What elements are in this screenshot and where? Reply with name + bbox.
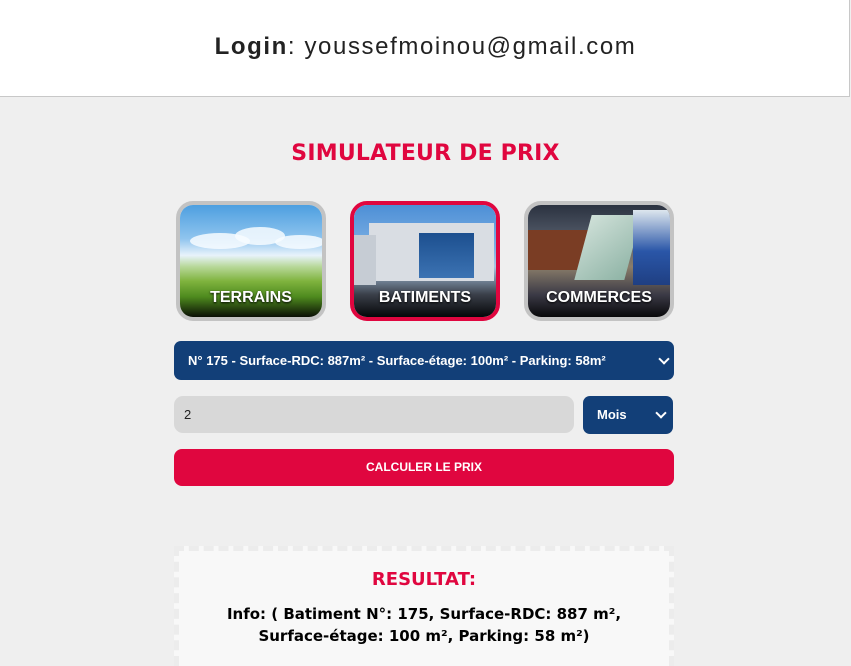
- chevron-down-icon: [658, 353, 670, 365]
- result-title: RESULTAT:: [371, 569, 477, 590]
- category-label: BATIMENTS: [378, 289, 472, 306]
- category-label: COMMERCES: [546, 289, 652, 306]
- result-info: Info: ( Batiment N°: 175, Surface-RDC: 8…: [226, 605, 622, 645]
- category-commerces[interactable]: COMMERCES: [524, 201, 674, 321]
- category-label: TERRAINS: [210, 289, 292, 306]
- duration-unit-select[interactable]: Mois: [583, 396, 673, 434]
- login-info: Login: youssefmoinou@gmail.com: [0, 33, 851, 61]
- duration-unit-value: Mois: [597, 407, 627, 422]
- category-terrains[interactable]: TERRAINS: [176, 201, 326, 321]
- login-email: youssefmoinou@gmail.com: [304, 33, 637, 60]
- calculate-price-button[interactable]: CALCULER LE PRIX: [174, 449, 674, 486]
- result-panel: RESULTAT: Info: ( Batiment N°: 175, Surf…: [174, 546, 674, 666]
- category-batiments[interactable]: BATIMENTS: [350, 201, 500, 321]
- duration-input-value: 2: [184, 407, 192, 422]
- login-label: Login: [214, 33, 288, 60]
- header: Login: youssefmoinou@gmail.com: [0, 0, 850, 97]
- chevron-down-icon: [655, 407, 667, 419]
- property-select-value: N° 175 - Surface-RDC: 887m² - Surface-ét…: [188, 353, 606, 368]
- page-title: SIMULATEUR DE PRIX: [291, 141, 560, 166]
- property-select[interactable]: N° 175 - Surface-RDC: 887m² - Surface-ét…: [174, 341, 674, 380]
- login-separator: :: [287, 33, 305, 60]
- duration-input[interactable]: 2: [174, 396, 574, 433]
